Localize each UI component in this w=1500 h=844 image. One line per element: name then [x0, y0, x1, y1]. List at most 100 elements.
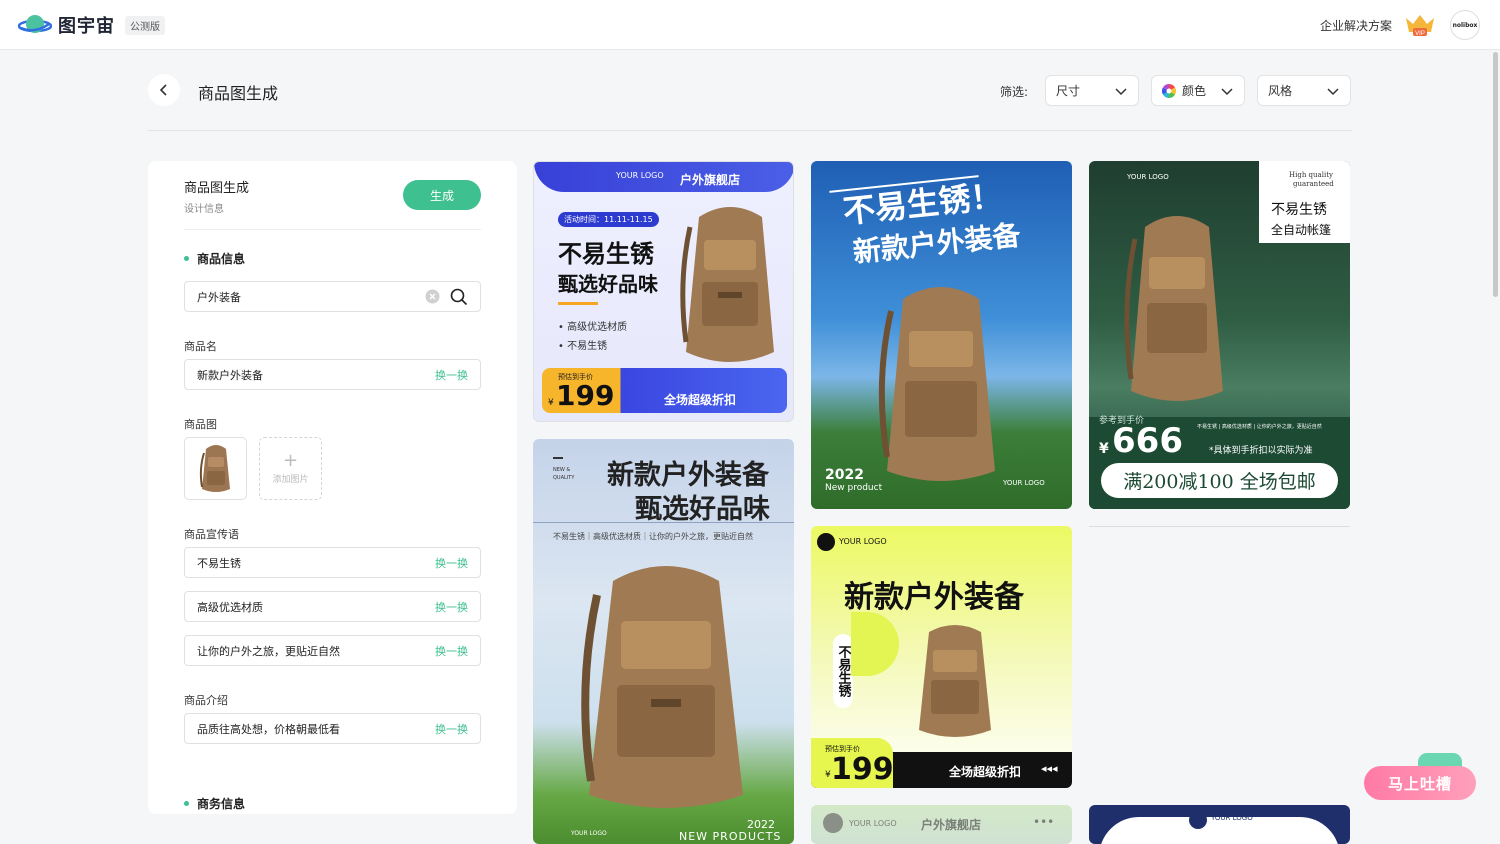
app-logo[interactable]: 图宇宙 公测版: [18, 12, 165, 38]
mini-tagline: 不易生锈 | 高级优选材质 | 让你的户外之旅，更贴近自然: [1197, 424, 1322, 430]
backpack-image: [1124, 216, 1223, 401]
top-bar: 图宇宙 公测版 企业解决方案 VIP nolibox: [0, 0, 1500, 50]
card-header-band: [534, 162, 793, 192]
logo-badge: [817, 533, 835, 551]
intro-label: 商品介绍: [184, 694, 228, 707]
card-logo: YOUR LOGO: [1211, 814, 1253, 822]
product-name-value: 新款户外装备: [197, 368, 263, 382]
user-avatar[interactable]: nolibox: [1450, 10, 1480, 40]
logo-badge: [1189, 811, 1207, 829]
section-dot: [184, 256, 189, 261]
backpack-image: [680, 207, 774, 362]
panel-subtitle: 设计信息: [184, 204, 224, 215]
clear-icon[interactable]: [425, 289, 440, 304]
card-logo: YOUR LOGO: [839, 537, 887, 546]
search-icon[interactable]: [450, 288, 468, 306]
enterprise-solutions-link[interactable]: 企业解决方案: [1320, 17, 1392, 34]
price-value: 199: [831, 752, 894, 787]
panel-title: 商品图生成: [184, 181, 250, 196]
add-image-label: 添加图片: [272, 475, 309, 485]
vip-crown-icon[interactable]: VIP: [1404, 12, 1436, 38]
card-logo: YOUR LOGO: [1003, 479, 1045, 487]
vip-label: VIP: [1415, 31, 1425, 37]
quality-text: High quality: [1289, 171, 1333, 179]
card-headline: 新款户外装备: [844, 580, 1024, 615]
result-card-1[interactable]: YOUR LOGO 户外旗舰店 活动时间：11.11-11.15 不易生锈 甄选…: [533, 161, 794, 422]
accent-underline: [558, 302, 598, 305]
promo-text: 全场超级折扣: [664, 393, 737, 407]
style-filter-select[interactable]: 风格: [1257, 75, 1351, 106]
avatar-text: nolibox: [1452, 21, 1478, 29]
result-card-6[interactable]: YOUR LOGO 户外旗舰店 •••: [811, 805, 1072, 844]
result-card-7[interactable]: YOUR LOGO: [1089, 805, 1350, 844]
card-sub: 不易生锈｜高级优选材质｜让你的户外之旅，更贴近自然: [553, 532, 753, 541]
slogan-field-2[interactable]: 高级优选材质 换一换: [184, 591, 481, 622]
search-input[interactable]: 户外装备: [184, 281, 481, 312]
card-subheadline: 甄选好品味: [635, 494, 770, 525]
activity-badge: 活动时间：11.11-11.15: [558, 212, 659, 227]
product-name-field[interactable]: 新款户外装备 换一换: [184, 359, 481, 390]
add-image-button[interactable]: + 添加图片: [259, 437, 322, 500]
card-bullet: • 不易生锈: [558, 341, 608, 352]
color-filter-select[interactable]: 颜色: [1151, 75, 1245, 106]
result-card-2[interactable]: 不易生锈！ 新款户外装备 2022 New product YOUR LOGO: [811, 161, 1072, 509]
product-image-thumbnail[interactable]: [184, 437, 247, 500]
swap-button[interactable]: 换一换: [435, 721, 468, 737]
headline-divider: [533, 522, 794, 523]
chevron-down-icon: [1115, 87, 1127, 95]
swap-button[interactable]: 换一换: [435, 367, 468, 383]
size-filter-select[interactable]: 尺寸: [1045, 75, 1139, 106]
intro-value: 品质往高处想，价格朝最低看: [197, 722, 340, 736]
planet-logo-icon: [18, 15, 52, 33]
vertical-tag: 不易生锈: [833, 634, 853, 708]
generate-button[interactable]: 生成: [403, 180, 481, 210]
swap-button[interactable]: 换一换: [435, 555, 468, 571]
backpack-image: [878, 287, 995, 481]
card-footer: NEW PRODUCTS: [679, 830, 782, 843]
intro-field[interactable]: 品质往高处想，价格朝最低看 换一换: [184, 713, 481, 744]
currency-symbol: ¥: [825, 770, 831, 780]
card-bullet: • 高级优选材质: [558, 322, 628, 333]
tag-line: 不易生锈: [1271, 202, 1327, 218]
page-title: 商品图生成: [198, 84, 279, 103]
promo-banner: 满200减100 全场包邮: [1101, 463, 1338, 498]
promo-text: 全场超级折扣: [949, 765, 1022, 779]
slogan-field-1[interactable]: 不易生锈 换一换: [184, 547, 481, 578]
backpack-image: [919, 625, 991, 737]
section-product-info: 商品信息: [184, 250, 245, 267]
section-product-label: 商品信息: [197, 252, 246, 266]
panel-divider: [184, 229, 481, 230]
size-filter-value: 尺寸: [1056, 84, 1081, 98]
more-icon: •••: [1033, 815, 1055, 829]
currency-symbol: ¥: [548, 398, 554, 408]
section-business-label: 商务信息: [197, 797, 246, 811]
result-card-4[interactable]: NEW & QUALITY 新款户外装备 甄选好品味 不易生锈｜高级优选材质｜让…: [533, 439, 794, 844]
plus-icon: +: [282, 450, 299, 471]
quality-text: guaranteed: [1293, 180, 1334, 188]
result-card-5[interactable]: YOUR LOGO 新款户外装备 不易生锈 预估到手价 ¥ 199 全场超级折扣…: [811, 526, 1072, 788]
currency-symbol: ¥: [1099, 441, 1109, 457]
back-button[interactable]: [148, 74, 180, 106]
accent-shape: [851, 612, 899, 676]
slogan-field-3[interactable]: 让你的户外之旅，更贴近自然 换一换: [184, 635, 481, 666]
card-year: 2022: [825, 467, 864, 483]
card-subheadline: 甄选好品味: [558, 272, 658, 296]
section-dot: [184, 801, 189, 806]
result-card-3[interactable]: YOUR LOGO High quality guaranteed 不易生锈 全…: [1089, 161, 1350, 509]
price-note: *具体到手折扣以实际为准: [1209, 446, 1313, 456]
feedback-button[interactable]: 马上吐槽: [1364, 766, 1476, 800]
corner-text: NEW &: [553, 467, 571, 473]
card-logo: YOUR LOGO: [1127, 173, 1169, 181]
card-store-name: 户外旗舰店: [921, 818, 982, 832]
card-logo: YOUR LOGO: [616, 171, 664, 180]
slogan-value: 让你的户外之旅，更贴近自然: [197, 644, 340, 658]
slogan-value: 不易生锈: [197, 556, 241, 570]
swap-button[interactable]: 换一换: [435, 599, 468, 615]
chevron-down-icon: [1221, 87, 1233, 95]
card-store-name: 户外旗舰店: [680, 173, 741, 187]
swap-button[interactable]: 换一换: [435, 643, 468, 659]
price-value: 666: [1112, 421, 1183, 461]
style-filter-value: 风格: [1268, 84, 1293, 98]
page-scrollbar[interactable]: [1493, 52, 1498, 297]
price-value: 199: [556, 379, 615, 412]
